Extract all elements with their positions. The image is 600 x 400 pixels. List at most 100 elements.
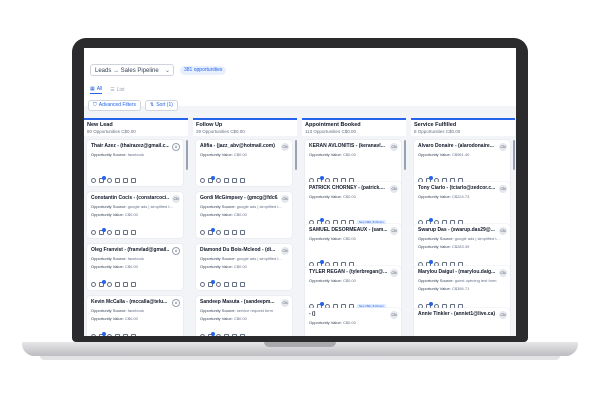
task-icon[interactable] xyxy=(224,334,229,336)
message-icon[interactable] xyxy=(208,280,215,287)
avatar[interactable]: CN xyxy=(499,269,507,277)
message-icon[interactable] xyxy=(208,332,215,336)
task-icon[interactable] xyxy=(115,334,120,336)
calendar-icon[interactable] xyxy=(240,230,245,235)
chat-icon[interactable] xyxy=(107,230,112,235)
note-icon[interactable] xyxy=(232,178,237,183)
message-icon[interactable] xyxy=(99,176,106,183)
card-contact-name: Annie Tinkler - (anniet1@live.ca) xyxy=(418,311,496,317)
note-icon[interactable] xyxy=(232,230,237,235)
opportunity-card[interactable]: KERAN AVLONITIS - (keranavl... Opportunit… xyxy=(305,140,401,186)
avatar[interactable]: CN xyxy=(499,227,507,235)
chat-icon[interactable] xyxy=(216,178,221,183)
opportunity-card[interactable]: Constantin Cocis - (constarcoci... Opport… xyxy=(87,192,183,238)
message-icon[interactable] xyxy=(99,228,106,235)
task-icon[interactable] xyxy=(115,282,120,287)
avatar[interactable]: CN xyxy=(499,143,507,151)
avatar[interactable]: A xyxy=(172,247,180,255)
phone-icon[interactable] xyxy=(200,178,205,183)
note-icon[interactable] xyxy=(123,334,128,336)
column-scrollbar[interactable] xyxy=(295,140,297,170)
message-icon[interactable] xyxy=(99,332,106,336)
calendar-icon[interactable] xyxy=(240,282,245,287)
task-icon[interactable] xyxy=(224,282,229,287)
column-scrollbar[interactable] xyxy=(186,140,188,170)
opportunity-card[interactable]: Annie Tinkler - (anniet1@live.ca) CN xyxy=(414,308,510,336)
note-icon[interactable] xyxy=(123,230,128,235)
avatar[interactable]: CN xyxy=(281,195,289,203)
task-icon[interactable] xyxy=(115,230,120,235)
note-icon[interactable] xyxy=(123,178,128,183)
opportunity-card[interactable]: PATRICK CHORNEY - (patrick.... Opportunit… xyxy=(305,182,401,228)
phone-icon[interactable] xyxy=(200,230,205,235)
opportunity-card[interactable]: - () Opportunity Value: C$0.00 CN xyxy=(305,308,401,336)
opportunity-card[interactable]: SAMUEL DESORMEAUX - (sam... Opportunity V… xyxy=(305,224,401,270)
note-icon[interactable] xyxy=(232,282,237,287)
phone-icon[interactable] xyxy=(91,334,96,336)
pipeline-column: Service Fulfilled 8 Opportunities C$0.00 A… xyxy=(411,118,515,336)
opportunity-card[interactable]: Marylou Daigul - (marylou.daig... Opportu… xyxy=(414,266,510,312)
avatar[interactable]: CN xyxy=(281,247,289,255)
note-icon[interactable] xyxy=(123,282,128,287)
chat-icon[interactable] xyxy=(216,334,221,336)
opportunity-card[interactable]: Kevin McCalla - (mccalla@telu... Opportun… xyxy=(87,296,183,336)
calendar-icon[interactable] xyxy=(131,230,136,235)
opportunity-card[interactable]: Alvaro Donaire - (alarodonaire... Opportu… xyxy=(414,140,510,186)
task-icon[interactable] xyxy=(115,178,120,183)
opportunity-card[interactable]: Tony Ciarlo - (tciarlo@zedcor.c... Opport… xyxy=(414,182,510,228)
avatar[interactable]: CN xyxy=(499,311,507,319)
chat-icon[interactable] xyxy=(216,282,221,287)
task-icon[interactable] xyxy=(224,178,229,183)
opportunity-card[interactable]: Gordi McGimpsey - (gmcg@fdc6... Opportuni… xyxy=(196,192,292,238)
opportunity-card[interactable]: Diamond Du Bois-Mcleod - (di... Opportuni… xyxy=(196,244,292,290)
chat-icon[interactable] xyxy=(107,282,112,287)
message-icon[interactable] xyxy=(99,280,106,287)
avatar[interactable]: CN xyxy=(172,195,180,203)
note-icon[interactable] xyxy=(232,334,237,336)
chat-icon[interactable] xyxy=(107,178,112,183)
calendar-icon[interactable] xyxy=(240,178,245,183)
avatar[interactable]: CN xyxy=(390,185,398,193)
phone-icon[interactable] xyxy=(200,282,205,287)
sort-button[interactable]: ⇅ Sort (1) xyxy=(145,100,178,111)
calendar-icon[interactable] xyxy=(131,178,136,183)
avatar[interactable]: CN xyxy=(281,299,289,307)
message-icon[interactable] xyxy=(208,176,215,183)
chat-icon[interactable] xyxy=(107,334,112,336)
avatar[interactable]: A xyxy=(172,299,180,307)
column-header: New Lead 80 Opportunities C$0.00 xyxy=(84,118,188,136)
phone-icon[interactable] xyxy=(91,230,96,235)
phone-icon[interactable] xyxy=(91,282,96,287)
pipeline-select[interactable]: Leads → Sales Pipeline ⌄ xyxy=(90,64,174,76)
phone-icon[interactable] xyxy=(91,178,96,183)
avatar[interactable]: A xyxy=(172,143,180,151)
source-label: Opportunity Source: xyxy=(91,308,127,313)
column-scrollbar[interactable] xyxy=(404,140,406,170)
opportunity-card[interactable]: Sandeep Masuta - (sandeepm... Opportunity… xyxy=(196,296,292,336)
opportunity-card[interactable]: Oleg Franvist - (franvlad@gmail.... Oppor… xyxy=(87,244,183,290)
avatar[interactable]: CN xyxy=(390,227,398,235)
value-label: Opportunity Value: xyxy=(309,152,342,157)
avatar[interactable]: CN xyxy=(390,311,398,319)
avatar[interactable]: CN xyxy=(390,143,398,151)
advanced-filters-button[interactable]: ⛉ Advanced Filters xyxy=(88,100,142,111)
avatar[interactable]: CN xyxy=(499,185,507,193)
calendar-icon[interactable] xyxy=(131,334,136,336)
message-icon[interactable] xyxy=(208,228,215,235)
tab-all[interactable]: ▦ All xyxy=(90,86,103,94)
opportunity-card[interactable]: Swarup Das - (swarup.das29@... Opportunit… xyxy=(414,224,510,270)
laptop-notch xyxy=(264,342,336,347)
opportunity-card[interactable]: Thair Azez - (thairazez@gmail.c... Opport… xyxy=(87,140,183,186)
opportunity-card[interactable]: Alifia - (jazz_abv@hotmail.com) Opportuni… xyxy=(196,140,292,186)
tab-list[interactable]: ☰ List xyxy=(110,86,124,94)
avatar[interactable]: CN xyxy=(390,269,398,277)
column-scrollbar[interactable] xyxy=(513,140,515,170)
value-label: Opportunity Value: xyxy=(91,264,124,269)
calendar-icon[interactable] xyxy=(240,334,245,336)
opportunity-card[interactable]: TYLER REGAN - (tylerbregan@... Opportunit… xyxy=(305,266,401,312)
calendar-icon[interactable] xyxy=(131,282,136,287)
task-icon[interactable] xyxy=(224,230,229,235)
phone-icon[interactable] xyxy=(200,334,205,336)
chat-icon[interactable] xyxy=(216,230,221,235)
avatar[interactable]: CN xyxy=(281,143,289,151)
